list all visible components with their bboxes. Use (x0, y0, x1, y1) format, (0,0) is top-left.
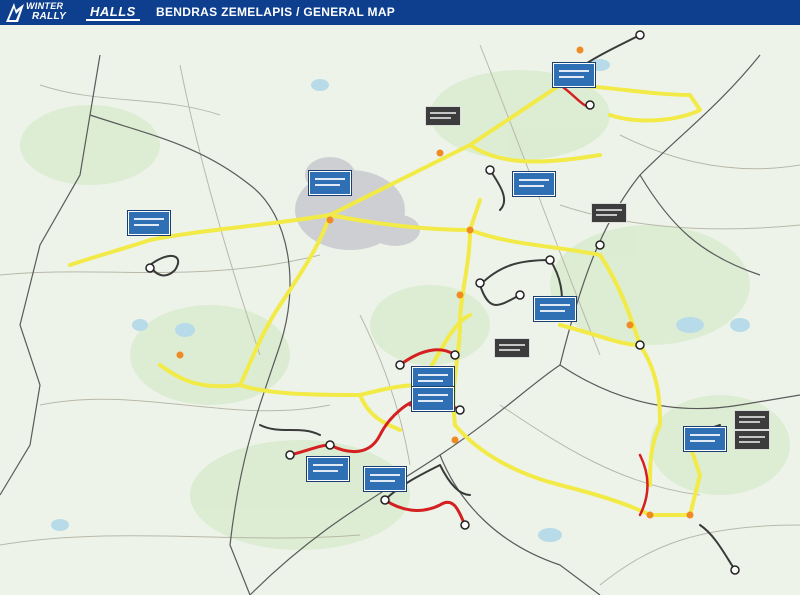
service-marker-icon (456, 291, 464, 299)
stage-label[interactable] (534, 297, 576, 321)
stage-marker-icon (460, 520, 470, 530)
service-label[interactable] (734, 430, 770, 450)
service-marker-icon (326, 216, 334, 224)
service-label[interactable] (425, 106, 461, 126)
stage-marker-icon (585, 100, 595, 110)
service-marker-icon (646, 511, 654, 519)
stage-marker-icon (395, 360, 405, 370)
service-label[interactable] (591, 203, 627, 223)
rally-logo-icon (6, 3, 24, 22)
halls-logo: HALLS (86, 5, 140, 21)
stage-label[interactable] (412, 387, 454, 411)
stage-label[interactable] (128, 211, 170, 235)
stage-marker-icon (485, 165, 495, 175)
service-marker-icon (626, 321, 634, 329)
stage-label[interactable] (553, 63, 595, 87)
service-marker-icon (466, 226, 474, 234)
stage-label[interactable] (684, 427, 726, 451)
stage-marker-icon (730, 565, 740, 575)
header-bar: WINTER RALLY HALLS BENDRAS ZEMELAPIS / G… (0, 0, 800, 25)
stage-label[interactable] (307, 457, 349, 481)
stage-marker-icon (450, 350, 460, 360)
stage-marker-icon (380, 495, 390, 505)
stage-label[interactable] (309, 171, 351, 195)
service-label[interactable] (494, 338, 530, 358)
stage-marker-icon (635, 30, 645, 40)
general-map[interactable] (0, 25, 800, 595)
stage-marker-icon (325, 440, 335, 450)
service-marker-icon (436, 149, 444, 157)
stage-marker-icon (285, 450, 295, 460)
stage-marker-icon (145, 263, 155, 273)
service-marker-icon (176, 351, 184, 359)
map-title: BENDRAS ZEMELAPIS / GENERAL MAP (156, 5, 396, 19)
service-marker-icon (686, 511, 694, 519)
stage-marker-icon (455, 405, 465, 415)
stage-marker-icon (515, 290, 525, 300)
rally-logo-line1: WINTER (26, 1, 64, 11)
stage-label[interactable] (513, 172, 555, 196)
service-marker-icon (451, 436, 459, 444)
stage-marker-icon (475, 278, 485, 288)
stage-marker-icon (545, 255, 555, 265)
service-label[interactable] (734, 410, 770, 430)
map-canvas[interactable] (0, 25, 800, 595)
stage-label[interactable] (364, 467, 406, 491)
service-marker-icon (576, 46, 584, 54)
rally-logo: WINTER RALLY (4, 0, 76, 25)
rally-logo-line2: RALLY (32, 11, 67, 22)
stage-marker-icon (595, 240, 605, 250)
stage-marker-icon (635, 340, 645, 350)
